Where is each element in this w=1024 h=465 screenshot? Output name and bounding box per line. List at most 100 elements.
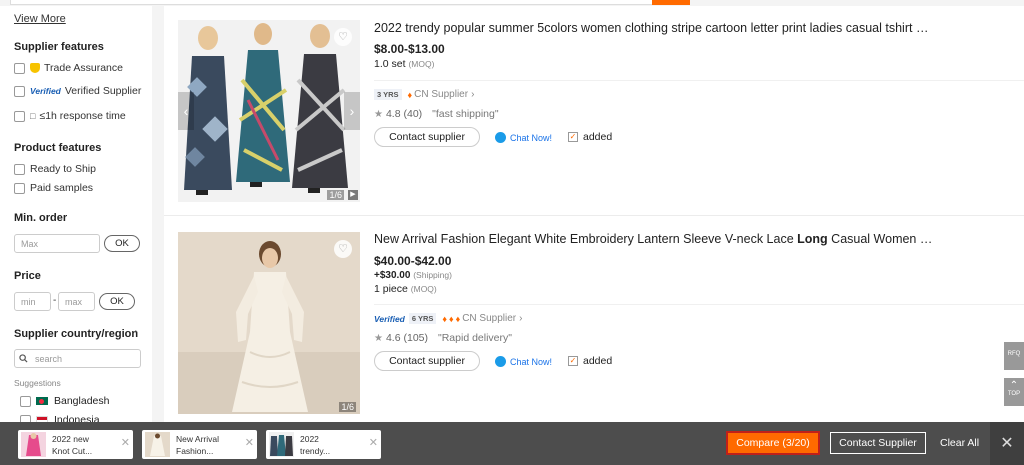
checkbox[interactable]	[14, 85, 25, 97]
verified-logo-icon: Verified	[30, 86, 61, 96]
checkbox[interactable]	[14, 182, 25, 194]
video-play-icon[interactable]: ▶	[348, 190, 358, 200]
close-icon[interactable]: ✕	[245, 436, 254, 449]
clear-all-button[interactable]: Clear All	[940, 437, 979, 449]
supplier-features-title: Supplier features	[14, 41, 104, 53]
chat-icon	[495, 132, 506, 143]
filter-ready-to-ship[interactable]: Ready to Ship	[14, 163, 96, 175]
star-icon: ★	[374, 332, 383, 344]
price-max-input[interactable]: max	[58, 292, 95, 311]
price-ok-button[interactable]: OK	[99, 293, 135, 310]
checkbox-checked-icon[interactable]: ✓	[568, 356, 578, 366]
contact-supplier-bar-button[interactable]: Contact Supplier	[830, 432, 926, 454]
supplier-info[interactable]: Verified 6 YRS ♦ ♦ ♦ CN Supplier ›	[374, 313, 522, 324]
contact-supplier-button[interactable]: Contact supplier	[374, 351, 480, 371]
min-order-title: Min. order	[14, 212, 68, 224]
shipping-cost: +$30.00 (Shipping)	[374, 270, 452, 281]
compare-item[interactable]: 2022 trendy... ✕	[266, 430, 381, 459]
image-counter: 1/6	[327, 190, 344, 200]
card-divider	[374, 80, 1024, 81]
country-item-bangladesh[interactable]: Bangladesh	[20, 395, 109, 407]
search-button[interactable]	[652, 0, 690, 5]
contact-supplier-button[interactable]: Contact supplier	[374, 127, 480, 147]
product-image[interactable]: ♡ 1/6	[178, 232, 360, 414]
review-tag: "Rapid delivery"	[438, 332, 512, 344]
chevron-right-icon: ›	[471, 89, 475, 100]
bangladesh-flag-icon	[36, 397, 48, 405]
product-moq: 1.0 set (MOQ)	[374, 58, 435, 70]
rfq-float-button[interactable]: RFQ	[1004, 342, 1024, 370]
favorite-heart-icon[interactable]: ♡	[334, 240, 352, 258]
product-moq: 1 piece (MOQ)	[374, 283, 437, 295]
product-price: $8.00-$13.00	[374, 42, 445, 56]
image-counter: 1/6	[339, 402, 356, 412]
min-order-ok-button[interactable]: OK	[104, 235, 140, 252]
checkbox[interactable]	[20, 395, 31, 407]
country-search-input[interactable]: search	[14, 349, 141, 368]
country-region-title: Supplier country/region	[14, 328, 139, 340]
search-bar-edge[interactable]	[10, 0, 690, 5]
diamond-icon: ♦	[442, 313, 448, 324]
next-image-arrow[interactable]: ›	[344, 92, 360, 130]
prev-image-arrow[interactable]: ‹	[178, 92, 194, 130]
message-icon: □	[30, 111, 36, 121]
chat-now-button[interactable]: Chat Now!	[495, 132, 552, 143]
product-image[interactable]: ♡ ‹ › 1/6 ▶	[178, 20, 360, 202]
card-separator	[164, 215, 1024, 216]
checkbox-checked-icon[interactable]: ✓	[568, 132, 578, 142]
rating-row: ★ 4.8 (40) "fast shipping"	[374, 108, 499, 120]
chevron-up-icon[interactable]: ⌃	[132, 329, 140, 340]
compare-item[interactable]: New Arrival Fashion... ✕	[142, 430, 257, 459]
filter-verified-supplier[interactable]: Verified Verified Supplier	[14, 85, 141, 97]
supplier-location: CN Supplier	[462, 313, 517, 324]
chevron-up-icon: ⌃	[1009, 380, 1019, 391]
supplier-info[interactable]: 3 YRS ♦ CN Supplier ›	[374, 89, 474, 100]
compare-item-title: 2022 new Knot Cut...	[52, 434, 93, 456]
close-icon[interactable]: ✕	[121, 436, 130, 449]
back-to-top-button[interactable]: ⌃ TOP	[1004, 378, 1024, 406]
suggestions-label: Suggestions	[14, 378, 61, 388]
years-badge: 6 YRS	[408, 313, 437, 324]
favorite-heart-icon[interactable]: ♡	[334, 28, 352, 46]
checkbox[interactable]	[14, 110, 25, 122]
star-icon: ★	[374, 108, 383, 120]
chevron-right-icon: ›	[519, 313, 523, 324]
card-divider	[374, 304, 1024, 305]
product-results: ♡ ‹ › 1/6 ▶ 2022 trendy popular summer 5…	[164, 6, 1024, 426]
product-title[interactable]: 2022 trendy popular summer 5colors women…	[374, 21, 934, 35]
years-badge: 3 YRS	[374, 89, 402, 100]
compare-bar: 2022 new Knot Cut... ✕ New Arrival Fashi…	[0, 422, 1024, 465]
chat-icon	[495, 356, 506, 367]
product-photo-three-dresses	[178, 20, 360, 202]
compare-added-toggle[interactable]: ✓ added	[568, 131, 612, 143]
product-price: $40.00-$42.00	[374, 254, 452, 268]
checkbox[interactable]	[14, 163, 25, 175]
rating-row: ★ 4.6 (105) "Rapid delivery"	[374, 332, 512, 344]
product-features-title: Product features	[14, 142, 102, 154]
filter-response-time[interactable]: □ ≤1h response time	[14, 110, 126, 122]
filter-paid-samples[interactable]: Paid samples	[14, 182, 93, 194]
trade-assurance-icon	[30, 63, 40, 73]
min-order-input[interactable]: Max	[14, 234, 100, 253]
filter-trade-assurance[interactable]: Trade Assurance	[14, 62, 123, 74]
search-icon	[19, 354, 28, 363]
product-title[interactable]: New Arrival Fashion Elegant White Embroi…	[374, 232, 934, 246]
product-photo-white-dress	[178, 232, 360, 414]
supplier-location: CN Supplier	[414, 89, 469, 100]
compare-item-title: New Arrival Fashion...	[176, 434, 219, 456]
compare-button[interactable]: Compare (3/20)	[726, 431, 820, 455]
close-icon[interactable]: ✕	[369, 436, 378, 449]
compare-item[interactable]: 2022 new Knot Cut... ✕	[18, 430, 133, 459]
price-separator: -	[53, 295, 57, 306]
compare-item-thumbnail	[145, 432, 170, 457]
price-title: Price	[14, 270, 41, 282]
compare-added-toggle[interactable]: ✓ added	[568, 355, 612, 367]
filter-sidebar: View More Supplier features Trade Assura…	[0, 6, 152, 426]
verified-logo-icon: Verified	[374, 313, 405, 324]
price-min-input[interactable]: min	[14, 292, 51, 311]
close-icon[interactable]: ✕	[990, 422, 1024, 465]
checkbox[interactable]	[14, 62, 25, 74]
view-more-link[interactable]: View More	[14, 13, 66, 25]
compare-item-title: 2022 trendy...	[300, 434, 331, 456]
chat-now-button[interactable]: Chat Now!	[495, 356, 552, 367]
